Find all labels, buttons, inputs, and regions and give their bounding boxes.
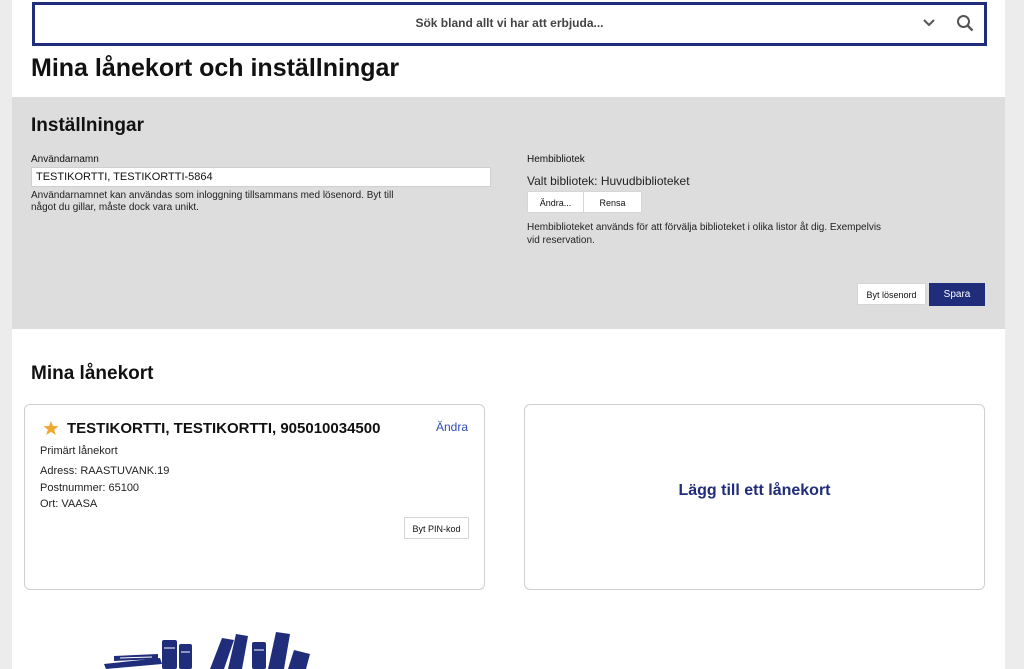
- change-pin-button[interactable]: Byt PIN-kod: [404, 517, 469, 539]
- selected-library: Valt bibliotek: Huvudbiblioteket: [527, 174, 690, 188]
- edit-card-link[interactable]: Ändra: [436, 420, 468, 434]
- page: Sök bland allt vi har att erbjuda... Min…: [12, 0, 1005, 669]
- home-library-label: Hembibliotek: [527, 154, 585, 165]
- card-holder-name: TESTIKORTTI, TESTIKORTTI, 905010034500: [67, 420, 381, 437]
- add-card-label[interactable]: Lägg till ett lånekort: [525, 482, 984, 500]
- username-help-line-1: Användarnamnet kan användas som inloggni…: [31, 190, 394, 201]
- change-library-button[interactable]: Ändra...: [527, 191, 584, 213]
- username-label: Användarnamn: [31, 154, 99, 165]
- home-library-help-line-2: vid reservation.: [527, 235, 595, 246]
- save-button[interactable]: Spara: [929, 283, 985, 306]
- page-title: Mina lånekort och inställningar: [31, 54, 400, 82]
- card-type: Primärt lånekort: [40, 445, 118, 457]
- settings-heading: Inställningar: [31, 115, 144, 136]
- books-logo: [104, 632, 310, 669]
- search-icon[interactable]: [956, 14, 974, 32]
- settings-panel: Inställningar Användarnamn TESTIKORTTI, …: [12, 97, 1005, 329]
- cards-heading: Mina lånekort: [31, 363, 154, 384]
- home-library-help-line-1: Hembiblioteket används för att förvälja …: [527, 222, 882, 233]
- change-password-button[interactable]: Byt lösenord: [857, 283, 926, 305]
- clear-library-button[interactable]: Rensa: [584, 191, 642, 213]
- search-placeholder[interactable]: Sök bland allt vi har att erbjuda...: [35, 16, 984, 30]
- search-bar[interactable]: Sök bland allt vi har att erbjuda...: [32, 2, 987, 46]
- card-address: Adress: RAASTUVANK.19: [40, 465, 170, 477]
- card-city: Ort: VAASA: [40, 498, 98, 510]
- username-help-line-2: något du gillar, måste dock vara unikt.: [31, 202, 199, 213]
- card-postal-code: Postnummer: 65100: [40, 482, 140, 494]
- star-icon: [43, 421, 59, 435]
- username-field[interactable]: TESTIKORTTI, TESTIKORTTI-5864: [31, 167, 491, 187]
- add-card-tile[interactable]: Lägg till ett lånekort: [524, 404, 985, 590]
- library-card: TESTIKORTTI, TESTIKORTTI, 905010034500 Ä…: [24, 404, 485, 590]
- chevron-down-icon[interactable]: [922, 16, 936, 30]
- home-library-buttons: Ändra... Rensa: [527, 191, 642, 213]
